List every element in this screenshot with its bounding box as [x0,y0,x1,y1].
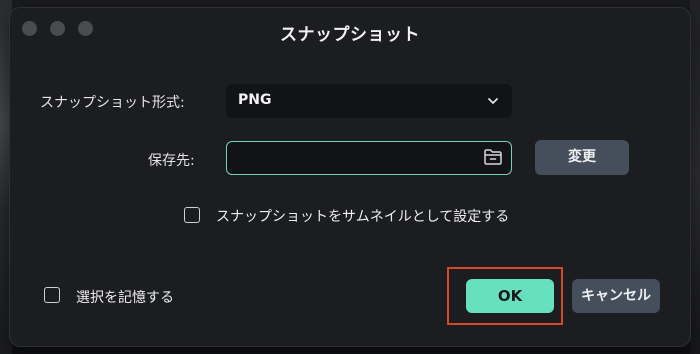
format-select-value: PNG [238,92,272,108]
snapshot-dialog: スナップショット スナップショット形式: PNG 保存先: 変更 スナップショッ… [10,8,690,346]
title-bar: スナップショット [10,8,690,56]
cancel-button[interactable]: キャンセル [572,279,660,313]
ok-button[interactable]: OK [466,279,554,313]
save-location-label: 保存先: [148,153,195,169]
set-as-thumbnail-checkbox[interactable] [184,207,200,223]
remember-selection-label[interactable]: 選択を記憶する [76,287,174,307]
set-as-thumbnail-label[interactable]: スナップショットをサムネイルとして設定する [216,206,509,226]
save-location-input[interactable] [226,141,512,175]
format-select[interactable]: PNG [226,84,512,118]
remember-selection-checkbox[interactable] [44,287,60,303]
background-window-edge-right [690,0,700,354]
folder-icon[interactable] [483,148,503,166]
chevron-down-icon [488,98,498,104]
dialog-title: スナップショット [280,25,420,45]
format-label: スナップショット形式: [40,95,185,111]
change-location-button[interactable]: 変更 [535,140,629,175]
